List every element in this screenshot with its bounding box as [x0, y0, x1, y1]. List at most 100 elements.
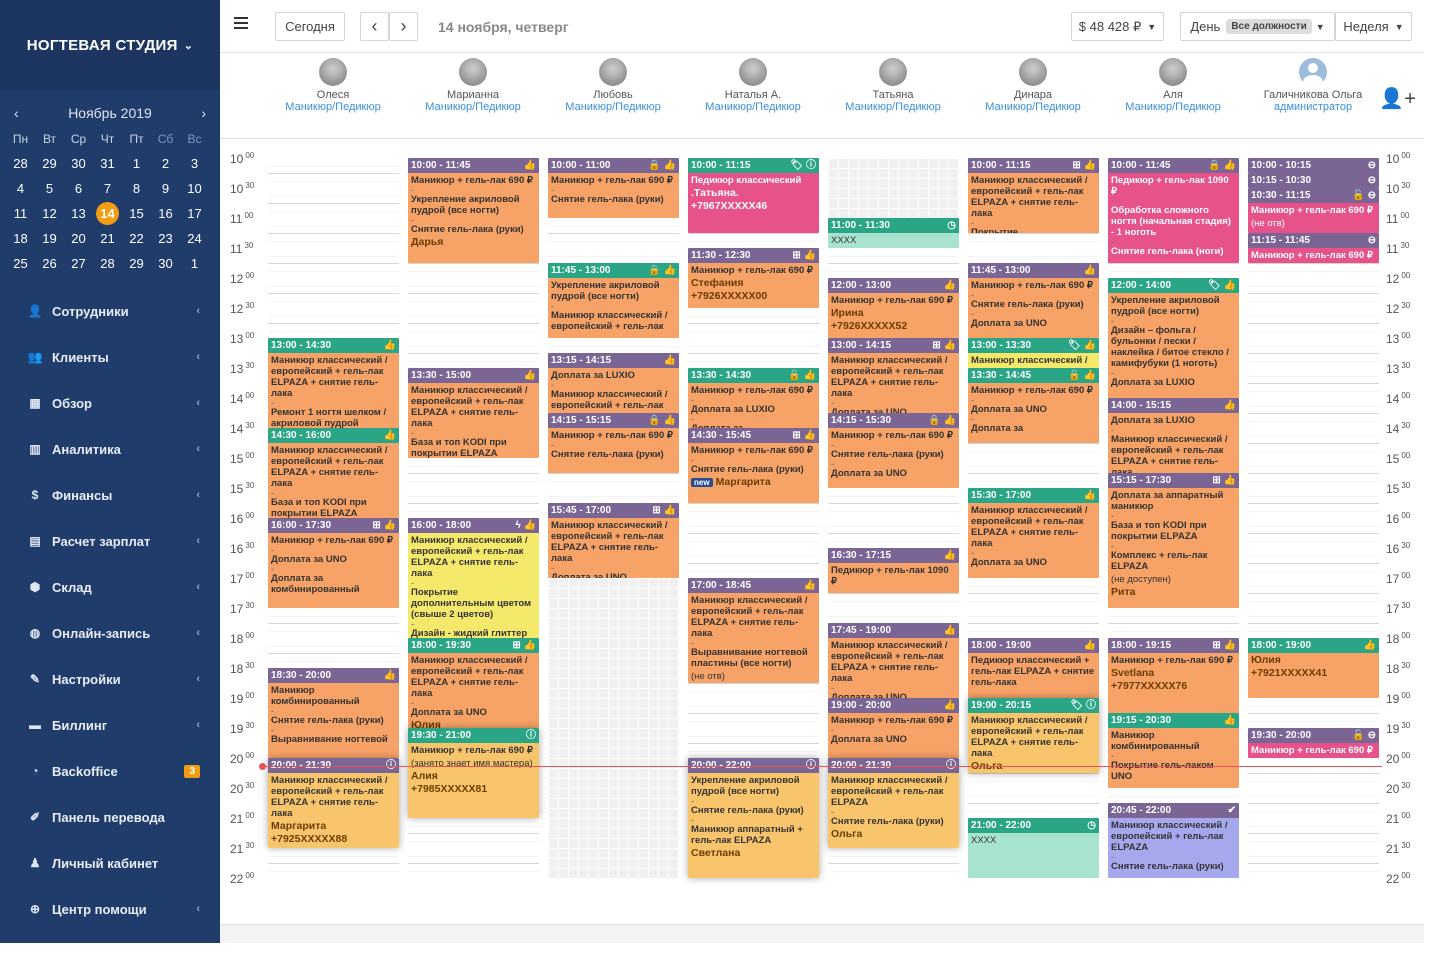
appointment-card[interactable]: 19:15 - 20:30 👍 Маникюр комбинированный - По…	[1108, 713, 1239, 788]
status-icon[interactable]: 🔒 👍	[788, 368, 816, 383]
menu-item[interactable]: $ Финансы ‹	[0, 472, 220, 518]
calendar-day[interactable]: 27	[64, 256, 93, 271]
calendar-day[interactable]: 18	[6, 231, 35, 246]
calendar-day[interactable]: 20	[64, 231, 93, 246]
prev-day-button[interactable]: ‹	[360, 12, 389, 41]
menu-item[interactable]: ▦ Обзор ‹	[0, 380, 220, 426]
appointment-card[interactable]: 14:00 - 15:15 👍 Доплата за LUXIO - Маникюр к…	[1108, 398, 1239, 473]
appointment-card[interactable]: 10:00 - 11:45 🔒 👍 Педикюр + гель-лак 1090 …	[1108, 158, 1239, 263]
menu-item[interactable]: ♟ Личный кабинет	[0, 840, 220, 886]
calendar-day[interactable]: 22	[122, 231, 151, 246]
appointment-card[interactable]: 14:30 - 16:00 👍 Маникюр классический / евр…	[268, 428, 399, 518]
appointment-card[interactable]: 11:45 - 13:00 👍 Маникюр + гель-лак 690 ₽ - С…	[968, 263, 1099, 338]
status-icon[interactable]: ✔	[1228, 803, 1236, 818]
calendar-day[interactable]: 8	[122, 181, 151, 196]
appointment-card[interactable]: 20:45 - 22:00 ✔ Маникюр классический / евр…	[1108, 803, 1239, 878]
appointment-card[interactable]: 11:30 - 12:30 ⊞ 👍 Маникюр + гель-лак 690 ₽…	[688, 248, 819, 308]
calendar-day[interactable]: 7	[93, 181, 122, 196]
appointment-card[interactable]: 19:30 - 20:00 🔓 ⊖ Маникюр + гель-лак 690 ₽	[1248, 728, 1379, 758]
menu-item[interactable]: 👤 Сотрудники ‹	[0, 288, 220, 334]
status-icon[interactable]: 🔒 👍	[1068, 368, 1096, 383]
appointment-card[interactable]: 18:00 - 19:00 👍 Педикюр классический + гел…	[968, 638, 1099, 698]
calendar-day[interactable]: 5	[35, 181, 64, 196]
calendar-day[interactable]: 3	[180, 156, 209, 171]
status-icon[interactable]: ⊞ 👍	[652, 503, 676, 518]
staff-column-header[interactable]: Галичникова Ольга администратор	[1248, 58, 1378, 113]
calendar-day[interactable]: 19	[35, 231, 64, 246]
calendar-day-today[interactable]: 14	[96, 202, 119, 225]
calendar-day[interactable]: 30	[64, 156, 93, 171]
status-icon[interactable]: ◷	[947, 218, 956, 233]
status-icon[interactable]: 🏷 ⓘ	[791, 158, 816, 173]
appointment-card[interactable]: 13:00 - 14:15 ⊞ 👍 Маникюр классический / е…	[828, 338, 959, 413]
status-icon[interactable]: 🏷 ⓘ	[1071, 698, 1096, 713]
calendar-day[interactable]: 9	[151, 181, 180, 196]
appointment-card[interactable]: 13:30 - 14:30 🔒 👍 Маникюр + гель-лак 690 ₽…	[688, 368, 819, 428]
menu-item[interactable]: ⊕ Центр помощи ‹	[0, 886, 220, 932]
cash-dropdown[interactable]: $ 48 428 ₽ ▼	[1071, 12, 1164, 41]
status-icon[interactable]: ⊞ 👍	[1212, 473, 1236, 488]
appointment-card[interactable]: 14:15 - 15:15 🔒 👍 Маникюр + гель-лак 690 ₽…	[548, 413, 679, 473]
calendar-day[interactable]: 31	[93, 156, 122, 171]
appointment-card[interactable]: 20:00 - 21:30 ⓘ Маникюр классический / евр…	[268, 758, 399, 848]
next-day-button[interactable]: ›	[389, 12, 418, 41]
status-icon[interactable]: 👍	[664, 353, 676, 368]
menu-item[interactable]: ▤ Расчет зарплат ‹	[0, 518, 220, 564]
calendar-day[interactable]: 29	[122, 256, 151, 271]
appointment-card[interactable]: 10:00 - 11:15 ⊞ 👍 Маникюр классический / е…	[968, 158, 1099, 233]
appointment-card[interactable]: 15:30 - 17:00 👍 Маникюр классический / евр…	[968, 488, 1099, 578]
appointment-card[interactable]: 11:45 - 13:00 🔒 👍 Укрепление акриловой пуд…	[548, 263, 679, 338]
status-icon[interactable]: 👍	[944, 623, 956, 638]
appointment-card[interactable]: 15:15 - 17:30 ⊞ 👍 Доплата за аппаратный ма…	[1108, 473, 1239, 608]
calendar-day[interactable]: 23	[151, 231, 180, 246]
appointment-card[interactable]: 17:00 - 18:45 👍 Маникюр классический / евр…	[688, 578, 819, 683]
status-icon[interactable]: 👍	[1084, 263, 1096, 278]
calendar-day[interactable]: 14	[93, 202, 122, 225]
calendar-day[interactable]: 13	[64, 206, 93, 221]
status-icon[interactable]: 👍	[384, 668, 396, 683]
status-icon[interactable]: 👍	[384, 338, 396, 353]
appointment-card[interactable]: 11:00 - 11:30 ◷ XXXX	[828, 218, 959, 248]
staff-column-header[interactable]: Наталья А. Маникюр/Педикюр	[688, 58, 818, 113]
status-icon[interactable]: 🔒 👍	[648, 263, 676, 278]
view-filter-dropdown[interactable]: День Все должности ▼	[1180, 12, 1335, 41]
calendar-day[interactable]: 28	[6, 156, 35, 171]
calendar-day[interactable]: 16	[151, 206, 180, 221]
menu-item[interactable]: ▬ Биллинг ‹	[0, 702, 220, 748]
staff-column-header[interactable]: Олеся Маникюр/Педикюр	[268, 58, 398, 113]
status-icon[interactable]: 👍	[1364, 638, 1376, 653]
status-icon[interactable]: ϟ 👍	[515, 518, 536, 533]
calendar-day[interactable]: 4	[6, 181, 35, 196]
calendar-day[interactable]: 21	[93, 231, 122, 246]
status-icon[interactable]: 👍	[384, 428, 396, 443]
appointment-card[interactable]: 18:00 - 19:30 ⊞ 👍 Маникюр классический / е…	[408, 638, 539, 728]
appointment-card[interactable]: 10:00 - 11:15 🏷 ⓘ Педикюр классический .Тат…	[688, 158, 819, 233]
status-icon[interactable]: 👍	[804, 578, 816, 593]
appointment-card[interactable]: 10:00 - 11:45 👍 Маникюр + гель-лак 690 ₽ - У…	[408, 158, 539, 263]
status-icon[interactable]: 🏷 👍	[1068, 338, 1096, 353]
studio-selector[interactable]: НОГТЕВАЯ СТУДИЯ ⌄	[0, 0, 220, 90]
appointment-card[interactable]: 12:00 - 13:00 👍 Маникюр + гель-лак 690 ₽ Ир…	[828, 278, 959, 338]
appointment-card[interactable]: 19:00 - 20:00 👍 Маникюр + гель-лак 690 ₽ - Д…	[828, 698, 959, 758]
status-icon[interactable]: ⊞ 👍	[792, 428, 816, 443]
appointment-card[interactable]: 16:30 - 17:15 👍 Педикюр + гель-лак 1090 ₽	[828, 548, 959, 593]
status-icon[interactable]: ⊞ 👍	[372, 518, 396, 533]
appointment-card[interactable]: 13:15 - 14:15 👍 Доплата за LUXIO - Маникюр к…	[548, 353, 679, 413]
status-icon[interactable]: ⊞ 👍	[932, 338, 956, 353]
status-icon[interactable]: 🔓 ⊖	[1352, 728, 1376, 743]
status-icon[interactable]: ⊖	[1368, 158, 1376, 173]
calendar-day[interactable]: 11	[6, 206, 35, 221]
status-icon[interactable]: 👍	[1084, 488, 1096, 503]
appointment-card[interactable]: 21:00 - 22:00 ◷ XXXX	[968, 818, 1099, 878]
staff-column-header[interactable]: Татьяна Маникюр/Педикюр	[828, 58, 958, 113]
calendar-day[interactable]: 6	[64, 181, 93, 196]
appointment-card[interactable]: 10:15 - 10:30 ⊖	[1248, 173, 1379, 188]
menu-item[interactable]: ◔ Backoffice 3	[0, 748, 220, 794]
appointment-card[interactable]: 16:00 - 17:30 ⊞ 👍 Маникюр + гель-лак 690 ₽…	[268, 518, 399, 608]
status-icon[interactable]: ⊖	[1368, 233, 1376, 248]
menu-item[interactable]: ▥ Аналитика ‹	[0, 426, 220, 472]
status-icon[interactable]: 🔓 ⊖	[1352, 188, 1376, 203]
menu-item[interactable]: ◍ Онлайн-запись ‹	[0, 610, 220, 656]
next-month-icon[interactable]: ›	[201, 105, 206, 121]
appointment-card[interactable]: 14:15 - 15:30 🔒 👍 Маникюр + гель-лак 690 ₽…	[828, 413, 959, 488]
